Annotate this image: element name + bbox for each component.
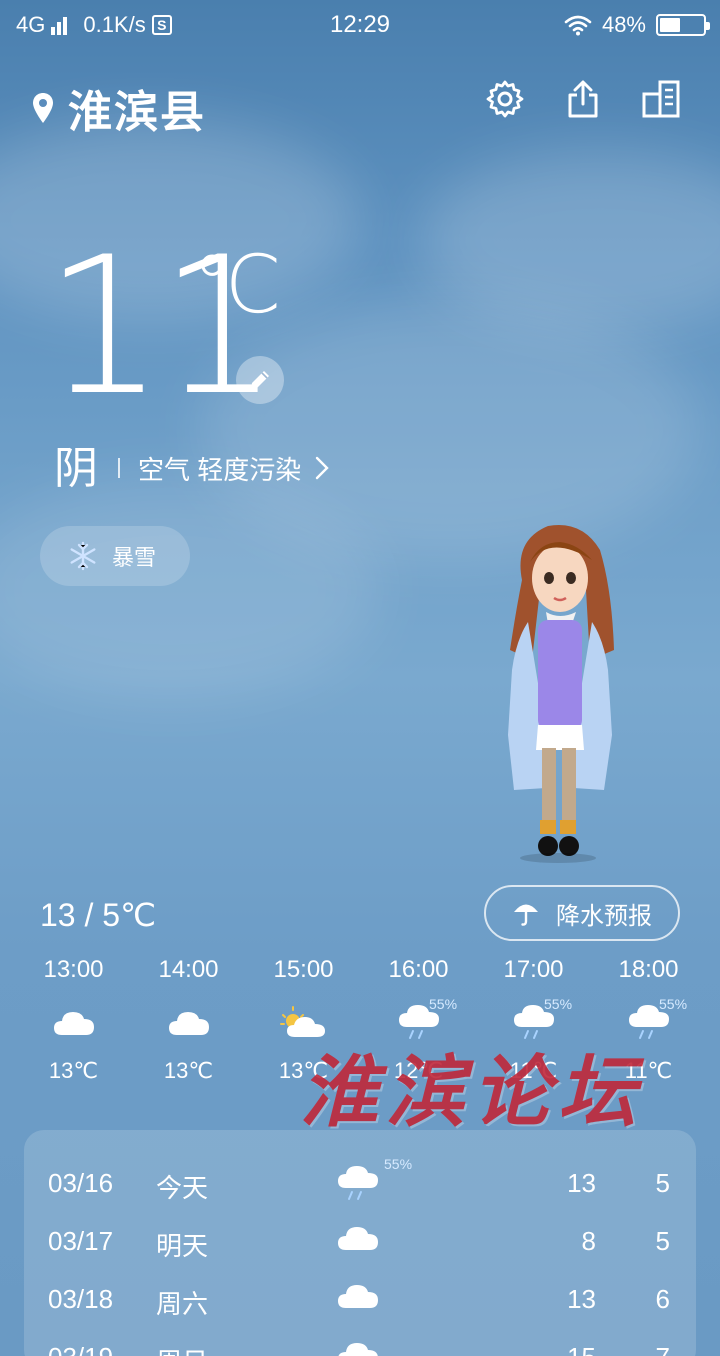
battery-icon	[656, 14, 710, 36]
cloud-icon	[336, 1280, 380, 1317]
daily-day-name: 明天	[156, 1231, 209, 1261]
daily-day-name: 周六	[156, 1289, 209, 1319]
daily-row[interactable]: 03/18 周六 13 6	[24, 1270, 696, 1328]
weather-condition: 阴	[54, 444, 98, 493]
settings-icon[interactable]	[484, 78, 526, 120]
weather-alert-chip[interactable]: 暴雪	[40, 526, 190, 586]
hourly-time: 15:00	[273, 956, 334, 983]
hourly-time: 14:00	[158, 956, 219, 983]
battery-percent: 48%	[601, 12, 646, 37]
condition-row: 阴 空气 轻度污染	[54, 432, 329, 496]
hourly-temperature: 13℃	[48, 1058, 99, 1083]
edit-button[interactable]	[236, 356, 284, 404]
cloud-icon	[131, 998, 246, 1046]
hourly-temperature: 13℃	[163, 1058, 214, 1083]
daily-day-name: 周日	[156, 1342, 208, 1356]
status-bar: 4G 0.1K/s S 12:29 48%	[0, 0, 720, 50]
daily-date: 03/18	[48, 1284, 114, 1314]
daily-date: 03/17	[48, 1226, 114, 1256]
header: 淮滨县	[0, 72, 720, 137]
daily-date: 03/16	[48, 1168, 114, 1198]
daily-row[interactable]: 03/19 周日 15 7	[24, 1328, 696, 1356]
cloud-icon	[16, 998, 131, 1046]
daily-low: 7	[656, 1342, 670, 1356]
rain-icon	[336, 1164, 380, 1209]
daily-row[interactable]: 03/16 今天 55% 13 5	[24, 1154, 696, 1212]
cloud-icon	[336, 1338, 380, 1356]
weather-character-illustration	[508, 525, 614, 863]
daily-low: 5	[655, 1226, 670, 1256]
hourly-time: 18:00	[618, 956, 679, 983]
precipitation-forecast-label: 降水预报	[556, 902, 652, 930]
daily-low: 6	[655, 1284, 670, 1314]
hourly-precip-probability: 55%	[429, 996, 458, 1012]
air-quality-text: 空气 轻度污染	[138, 454, 302, 485]
city-name: 淮滨县	[68, 88, 206, 137]
daily-high: 13	[567, 1168, 596, 1198]
daily-forecast-panel[interactable]: 03/16 今天 55% 13 5 03/17 明天 8 5 03/18 周六 13 6 03/19 周日 1…	[24, 1130, 696, 1356]
hourly-precip-probability: 55%	[659, 996, 688, 1012]
daily-low: 5	[655, 1168, 670, 1198]
chevron-right-icon	[316, 456, 329, 480]
forum-watermark: 淮滨论坛	[300, 1047, 645, 1138]
hourly-time: 16:00	[388, 956, 449, 983]
daily-high: 8	[581, 1226, 596, 1256]
wifi-icon	[564, 15, 592, 36]
snowflake-icon	[70, 541, 96, 571]
daily-day-name: 今天	[156, 1173, 209, 1203]
daily-date: 03/19	[48, 1342, 113, 1356]
today-temperature-range: 13 / 5℃	[40, 897, 156, 933]
hourly-item: 13:00 13℃	[16, 956, 131, 1084]
city-manage-icon[interactable]	[640, 78, 682, 120]
pencil-icon	[251, 371, 269, 389]
daily-high: 13	[567, 1284, 596, 1314]
umbrella-icon	[514, 904, 538, 926]
share-icon[interactable]	[562, 78, 604, 120]
location-pin-icon	[33, 93, 53, 123]
alert-label: 暴雪	[112, 545, 157, 570]
daily-row[interactable]: 03/17 明天 8 5	[24, 1212, 696, 1270]
location[interactable]: 淮滨县	[32, 76, 206, 140]
cloud-icon	[336, 1222, 380, 1259]
divider	[118, 458, 120, 478]
hourly-item: 14:00 13℃	[131, 956, 246, 1084]
hourly-precip-probability: 55%	[544, 996, 573, 1012]
temperature-unit: ℃	[192, 240, 282, 329]
hourly-time: 13:00	[43, 956, 104, 983]
hourly-time: 17:00	[503, 956, 564, 983]
daily-precip-probability: 55%	[384, 1156, 413, 1172]
air-quality-link[interactable]: 空气 轻度污染	[138, 450, 329, 487]
daily-high: 15	[567, 1342, 596, 1356]
precipitation-forecast-button[interactable]: 降水预报	[484, 885, 680, 941]
